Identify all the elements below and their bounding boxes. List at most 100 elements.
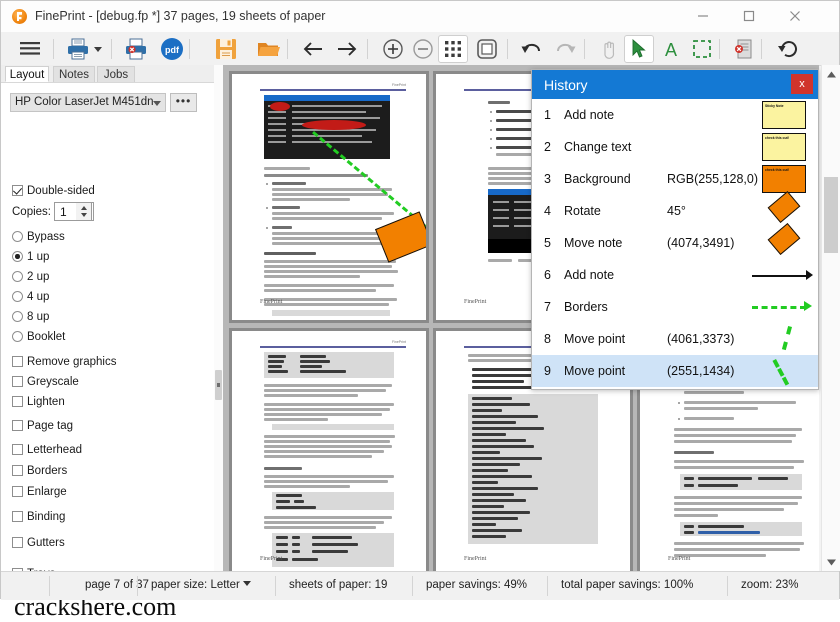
open-button[interactable] [254,35,284,63]
pdf-export-button[interactable]: pdf [157,35,187,63]
copies-spinner[interactable] [76,202,92,221]
history-dialog[interactable]: History x 1 Add note Sticky Note 2 Chang… [531,69,819,390]
history-row-thumbnail: check this out! [762,165,806,193]
history-close-button[interactable]: x [791,74,813,94]
radio-4-up[interactable]: 4 up [12,291,49,303]
history-list[interactable]: 1 Add note Sticky Note 2 Change text che… [532,99,818,389]
checkbox-binding[interactable]: Binding [12,511,65,523]
checkbox-gutters[interactable]: Gutters [12,537,65,549]
toolbar-separator [189,39,190,59]
toolbar-separator [584,39,585,59]
history-row[interactable]: 8 Move point (4061,3373) [532,323,818,355]
checkbox-remove-graphics[interactable]: Remove graphics [12,356,116,368]
zoom-in-button[interactable] [378,35,408,63]
history-row-value: (4074,3491) [667,236,735,250]
maximize-button[interactable] [726,1,772,31]
preview-scrollbar[interactable] [821,65,840,571]
yellow-sticky-note-icon: check this out! [762,133,806,161]
dashed-rectangle-icon [693,40,711,58]
hand-tool-button[interactable] [594,35,624,63]
radio-booklet[interactable]: Booklet [12,331,65,343]
grid-view-button[interactable] [438,35,468,63]
back-button[interactable] [298,35,328,63]
tab-jobs[interactable]: Jobs [97,66,135,82]
history-row[interactable]: 7 Borders [532,291,818,323]
toolbar-separator [719,39,720,59]
save-button[interactable] [211,35,241,63]
menu-button[interactable] [15,35,45,63]
history-row[interactable]: 4 Rotate 45° [532,190,818,227]
tab-layout[interactable]: Layout [5,66,49,82]
checkbox-lighten[interactable]: Lighten [12,396,65,408]
black-arrow-icon [752,261,816,289]
checkbox-icon [12,537,23,548]
title-bar: FinePrint - [debug.fp *] 37 pages, 19 sh… [1,1,839,33]
printer-select[interactable]: HP Color LaserJet M451dn [10,93,166,112]
radio-8-up[interactable]: 8 up [12,311,49,323]
checkbox-greyscale[interactable]: Greyscale [12,376,79,388]
history-row[interactable]: 2 Change text check this out! [532,131,818,163]
history-row-action: Borders [564,300,608,314]
forward-button[interactable] [332,35,362,63]
history-row-index: 1 [544,108,551,122]
history-row[interactable]: 3 Background RGB(255,128,0) check this o… [532,163,818,195]
arrow-right-icon [338,42,357,56]
marquee-tool-button[interactable] [687,35,717,63]
history-row[interactable]: 1 Add note Sticky Note [532,99,818,131]
radio-1-up[interactable]: 1 up [12,251,49,263]
select-tool-button[interactable] [624,35,654,63]
left-options-panel: Layout Notes Jobs HP Color LaserJet M451… [1,65,214,621]
status-paper-size[interactable]: paper size: Letter [151,579,251,591]
tab-notes[interactable]: Notes [53,66,95,82]
minimize-button[interactable] [680,1,726,31]
scrollbar-thumb[interactable] [824,177,838,253]
toolbar-separator [507,39,508,59]
orange-note[interactable] [375,211,426,263]
redo-button[interactable] [550,35,580,63]
checkbox-icon [12,396,23,407]
page-footer: FinePrint [260,299,283,305]
delete-page-button[interactable] [729,35,759,63]
radio-2-up[interactable]: 2 up [12,271,49,283]
history-row-thumbnail [752,261,816,289]
close-window-button[interactable] [772,1,818,31]
history-row-action: Add note [564,108,615,122]
print-button[interactable] [63,35,93,63]
print-dropdown-button[interactable] [91,35,105,63]
yellow-sticky-note-icon: Sticky Note [762,101,806,129]
page-thumbnail[interactable]: FinePrint [229,71,429,323]
zoom-out-button[interactable] [408,35,438,63]
text-tool-button[interactable]: A [656,35,686,63]
checkbox-borders[interactable]: Borders [12,465,67,477]
checkbox-page-tag[interactable]: Page tag [12,420,73,432]
splitter-grip[interactable] [215,370,222,400]
printer-select-value: HP Color LaserJet M451dn [15,96,154,108]
history-row[interactable]: 6 Add note [532,259,818,291]
history-row[interactable]: 9 Move point (2551,1434) [532,355,818,387]
fineprint-window: FinePrint - [debug.fp *] 37 pages, 19 sh… [0,0,840,621]
radio-bypass[interactable]: Bypass [12,231,65,243]
radio-label: 2 up [27,271,50,283]
radio-label: 4 up [27,291,50,303]
letter-a-icon: A [665,40,677,59]
page-content: FinePrint [242,79,426,316]
page-thumbnail[interactable]: FinePrint [229,328,429,571]
checkbox-double-sided[interactable]: Double-sided [12,185,95,197]
rotate-button[interactable] [774,35,804,63]
checkbox-letterhead[interactable]: Letterhead [12,444,82,456]
scroll-down-button[interactable] [822,553,840,571]
print-stamp-button[interactable] [121,35,151,63]
fit-page-button[interactable] [472,35,502,63]
history-row[interactable]: 5 Move note (4074,3491) [532,222,818,259]
maximize-icon [743,10,755,22]
checkbox-enlarge[interactable]: Enlarge [12,486,67,498]
undo-button[interactable] [517,35,547,63]
pdf-icon: pdf [161,38,183,60]
embedded-screenshot [264,95,390,159]
zoom-out-icon [413,39,433,59]
toolbar-separator [761,39,762,59]
scroll-up-button[interactable] [822,65,840,83]
zoom-in-icon [383,39,403,59]
green-dashed-segment-icon [762,325,806,353]
printer-options-button[interactable]: ••• [170,93,197,112]
